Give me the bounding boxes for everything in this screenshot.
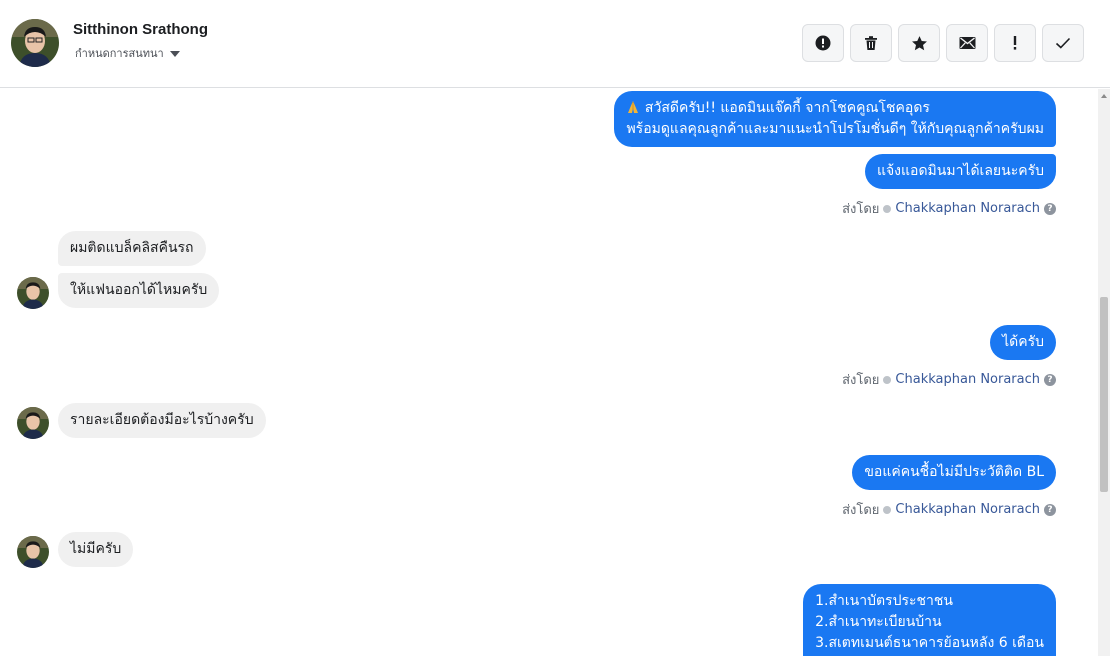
verified-icon xyxy=(883,204,892,213)
help-icon[interactable]: ? xyxy=(1044,503,1056,516)
conversation-header: Sitthinon Srathong กำหนดการสนทนา xyxy=(0,0,1110,88)
message-text: ได้ครับ xyxy=(1002,334,1044,350)
agent-name-link[interactable]: Chakkaphan Norarach xyxy=(895,502,1040,517)
message-text: ผมติดแบล็คลิสคืนรถ xyxy=(70,240,194,256)
outgoing-message: 1.สำเนาบัตรประชาชน 2.สำเนาทะเบียนบ้าน 3.… xyxy=(803,584,1056,656)
conversation-settings-dropdown[interactable]: กำหนดการสนทนา xyxy=(75,44,180,62)
star-button[interactable] xyxy=(898,24,940,62)
outgoing-message: ขอแค่คนชื้อไม่มีประวัติติด BL xyxy=(852,455,1056,490)
message-text: ให้แฟนออกได้ไหมครับ xyxy=(70,282,208,298)
outgoing-message: แจ้งแอดมินมาได้เลยนะครับ xyxy=(864,154,1056,189)
sent-by-note: ส่งโดย Chakkaphan Norarach ? xyxy=(842,499,1056,520)
contact-name[interactable]: Sitthinon Srathong xyxy=(73,21,208,38)
agent-name-link[interactable]: Chakkaphan Norarach xyxy=(895,372,1040,387)
help-icon[interactable]: ? xyxy=(1044,202,1056,215)
alert-circle-icon xyxy=(815,35,831,51)
messenger-window: Sitthinon Srathong กำหนดการสนทนา สวัสดีค… xyxy=(0,0,1110,656)
mark-important-button[interactable] xyxy=(994,24,1036,62)
help-icon[interactable]: ? xyxy=(1044,373,1056,386)
report-button[interactable] xyxy=(802,24,844,62)
message-text: 2.สำเนาทะเบียนบ้าน xyxy=(815,614,942,630)
sent-by-note: ส่งโดย Chakkaphan Norarach ? xyxy=(842,198,1056,219)
caret-down-icon xyxy=(169,50,180,57)
scrollbar-thumb[interactable] xyxy=(1100,297,1108,492)
envelope-icon xyxy=(959,36,976,50)
incoming-message: ไม่มีครับ xyxy=(58,532,134,567)
sent-by-label: ส่งโดย xyxy=(842,202,880,217)
contact-avatar-small[interactable] xyxy=(17,277,49,309)
verified-icon xyxy=(883,505,892,514)
exclamation-icon xyxy=(1012,35,1018,51)
delete-button[interactable] xyxy=(850,24,892,62)
contact-avatar-small[interactable] xyxy=(17,536,49,568)
contact-avatar[interactable] xyxy=(11,19,59,67)
sent-by-note: ส่งโดย Chakkaphan Norarach ? xyxy=(842,369,1056,390)
outgoing-message: สวัสดีครับ!! แอดมินแจ๊คกี้ จากโชคคูณโชคอ… xyxy=(614,91,1056,147)
incoming-message: รายละเอียดต้องมีอะไรบ้างครับ xyxy=(58,403,266,438)
message-text: ไม่มีครับ xyxy=(70,541,122,557)
trash-icon xyxy=(863,35,879,51)
verified-icon xyxy=(883,375,892,384)
scrollbar[interactable] xyxy=(1098,89,1110,656)
sent-by-label: ส่งโดย xyxy=(842,373,880,388)
checkmark-icon xyxy=(1055,36,1071,50)
message-thread[interactable]: สวัสดีครับ!! แอดมินแจ๊คกี้ จากโชคคูณโชคอ… xyxy=(0,89,1098,656)
message-text: แจ้งแอดมินมาได้เลยนะครับ xyxy=(876,163,1044,179)
mark-done-button[interactable] xyxy=(1042,24,1084,62)
outgoing-message: ได้ครับ xyxy=(990,325,1056,360)
incoming-message: ให้แฟนออกได้ไหมครับ xyxy=(58,273,220,308)
message-text: 3.สเตทเมนต์ธนาคารย้อนหลัง 6 เดือน xyxy=(815,635,1044,651)
incoming-message: ผมติดแบล็คลิสคืนรถ xyxy=(58,231,206,266)
star-icon xyxy=(911,35,928,52)
message-text: 1.สำเนาบัตรประชาชน xyxy=(815,593,953,609)
message-text: พร้อมดูแลคุณลูกค้าและมาแนะนำโปรโมชั่นดีๆ… xyxy=(626,121,1044,137)
message-text: ขอแค่คนชื้อไม่มีประวัติติด BL xyxy=(864,464,1044,480)
agent-name-link[interactable]: Chakkaphan Norarach xyxy=(895,201,1040,216)
conversation-settings-label: กำหนดการสนทนา xyxy=(75,47,164,60)
praying-hands-icon xyxy=(626,100,644,116)
mail-button[interactable] xyxy=(946,24,988,62)
sent-by-label: ส่งโดย xyxy=(842,503,880,518)
contact-avatar-small[interactable] xyxy=(17,407,49,439)
message-text: รายละเอียดต้องมีอะไรบ้างครับ xyxy=(70,412,254,428)
message-text: สวัสดีครับ!! แอดมินแจ๊คกี้ จากโชคคูณโชคอ… xyxy=(644,100,930,116)
scroll-up-arrow-icon[interactable] xyxy=(1101,94,1107,98)
